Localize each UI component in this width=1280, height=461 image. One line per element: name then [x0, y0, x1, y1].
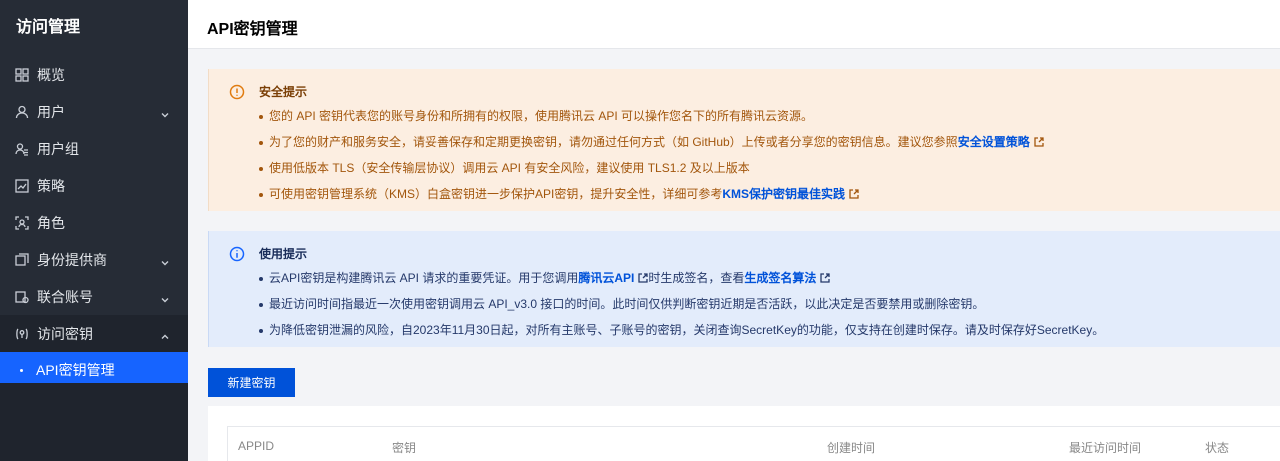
- sidebar-item-roles[interactable]: 角色: [0, 204, 188, 241]
- chevron-down-icon: [160, 292, 170, 302]
- sidebar-footer-area: [0, 383, 188, 461]
- sidebar-item-label: 策略: [37, 177, 65, 194]
- chevron-down-icon: [160, 255, 170, 265]
- user-icon: [15, 105, 29, 119]
- security-notice-item: 使用低版本 TLS（安全传输层协议）调用云 API 有安全风险，建议使用 TLS…: [259, 155, 1280, 181]
- usage-notice-title: 使用提示: [259, 247, 308, 261]
- chart-icon: [15, 178, 29, 193]
- security-notice-item: 可使用密钥管理系统（KMS）白盒密钥进一步保护API密钥，提升安全性，详细可参考…: [259, 181, 1280, 207]
- usage-notice-item: 为降低密钥泄漏的风险，自2023年11月30日起，对所有主账号、子账号的密钥，关…: [259, 317, 1280, 343]
- sidebar-item-label: 联合账号: [37, 288, 93, 305]
- security-policy-link[interactable]: 安全设置策略: [958, 135, 1030, 149]
- security-notice: 安全提示 您的 API 密钥代表您的账号身份和所拥有的权限，使用腾讯云 API …: [208, 69, 1280, 211]
- sidebar-item-label: 概览: [37, 66, 65, 83]
- column-header-appid: APPID: [238, 439, 275, 453]
- external-link-icon: [849, 182, 859, 199]
- kms-best-practice-link[interactable]: KMS保护密钥最佳实践: [722, 187, 845, 201]
- sidebar-item-label: 角色: [37, 214, 65, 231]
- users-icon: [15, 142, 29, 156]
- page-title: API密钥管理: [207, 21, 298, 38]
- tencent-cloud-api-link[interactable]: 腾讯云API: [578, 271, 634, 285]
- column-header-last-access: 最近访问时间: [1069, 441, 1142, 455]
- sidebar-item-identity-providers[interactable]: 身份提供商: [0, 241, 188, 278]
- sidebar-title: 访问管理: [16, 19, 81, 36]
- keys-table: APPID 密钥 创建时间 最近访问时间 状态: [227, 426, 1280, 461]
- chevron-up-icon: [160, 329, 170, 339]
- grid-icon: [15, 67, 29, 82]
- security-notice-item: 为了您的财产和服务安全，请妥善保存和定期更换密钥，请勿通过任何方式（如 GitH…: [259, 129, 1280, 155]
- column-header-created: 创建时间: [827, 441, 876, 455]
- idp-icon: [15, 252, 29, 267]
- info-icon: [229, 246, 245, 262]
- federated-icon: [15, 290, 29, 304]
- bullet-dot: [20, 369, 23, 372]
- sidebar-item-access-keys[interactable]: 访问密钥: [0, 315, 188, 352]
- signature-algorithm-link[interactable]: 生成签名算法: [744, 271, 816, 285]
- external-link-icon: [638, 266, 649, 283]
- keys-table-panel: APPID 密钥 创建时间 最近访问时间 状态: [208, 406, 1280, 461]
- warning-icon: [229, 84, 245, 100]
- column-header-status: 状态: [1205, 441, 1230, 455]
- page-header: API密钥管理: [188, 0, 1280, 49]
- sidebar-item-policies[interactable]: 策略: [0, 167, 188, 204]
- create-key-button[interactable]: 新建密钥: [208, 368, 295, 397]
- key-icon: [15, 327, 29, 341]
- external-link-icon: [820, 266, 831, 283]
- sidebar-item-label: 用户组: [37, 140, 79, 157]
- sidebar-item-label: 访问密钥: [37, 325, 93, 342]
- role-icon: [15, 215, 29, 230]
- sidebar-subitem-label: API密钥管理: [36, 362, 115, 378]
- sidebar-item-federated-accounts[interactable]: 联合账号: [0, 278, 188, 315]
- sidebar: 访问管理 概览 用户 用户组 策略 角色 身份提供商 联合账号 访问密钥 API…: [0, 0, 188, 461]
- security-notice-item: 您的 API 密钥代表您的账号身份和所拥有的权限，使用腾讯云 API 可以操作您…: [259, 103, 1280, 129]
- external-link-icon: [1034, 130, 1044, 147]
- column-header-key: 密钥: [392, 441, 417, 455]
- sidebar-item-label: 身份提供商: [37, 251, 107, 268]
- usage-notice-item: 最近访问时间指最近一次使用密钥调用云 API_v3.0 接口的时间。此时间仅供判…: [259, 291, 1280, 317]
- sidebar-item-label: 用户: [37, 103, 65, 120]
- sidebar-item-overview[interactable]: 概览: [0, 56, 188, 93]
- security-notice-title: 安全提示: [259, 85, 308, 99]
- chevron-down-icon: [160, 107, 170, 117]
- usage-notice-item: 云API密钥是构建腾讯云 API 请求的重要凭证。用于您调用腾讯云API 时生成签…: [259, 265, 1280, 291]
- usage-notice: 使用提示 云API密钥是构建腾讯云 API 请求的重要凭证。用于您调用腾讯云AP…: [208, 231, 1280, 347]
- sidebar-item-user-groups[interactable]: 用户组: [0, 130, 188, 167]
- sidebar-item-users[interactable]: 用户: [0, 93, 188, 130]
